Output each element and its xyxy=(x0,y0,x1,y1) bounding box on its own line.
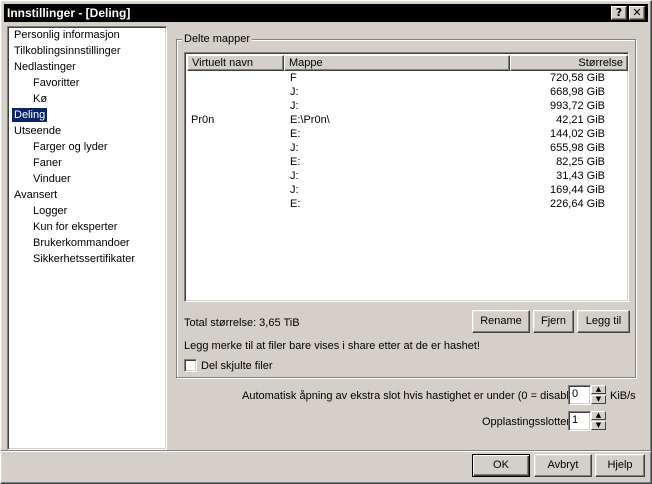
tree-item-kun-for-eksperter[interactable]: Kun for eksperter xyxy=(31,220,119,234)
remove-button-label: Fjern xyxy=(540,315,567,327)
hash-note: Legg merke til at filer bare vises i sha… xyxy=(184,340,480,352)
title-bar[interactable]: Innstillinger - [Deling] ? ✕ xyxy=(4,4,648,22)
table-row[interactable]: E: 144,02 GiB xyxy=(185,127,626,141)
size-cell: 42,21 GiB xyxy=(556,114,605,126)
upload-slots-up-icon[interactable]: ▲ xyxy=(591,411,606,420)
virtual-name-cell: Pr0n xyxy=(191,114,215,126)
table-row[interactable]: J: 655,98 GiB xyxy=(185,141,626,155)
tree-item-farger-og-lyder[interactable]: Farger og lyder xyxy=(31,140,110,154)
folder-cell: E: xyxy=(290,156,301,168)
size-cell: 144,02 GiB xyxy=(549,128,605,140)
upload-slots-input[interactable]: 1 xyxy=(568,411,591,431)
help-title-button[interactable]: ? xyxy=(611,6,627,20)
add-button[interactable]: Legg til xyxy=(577,310,630,333)
size-cell: 169,44 GiB xyxy=(549,184,605,196)
tree-item-brukerkommandoer[interactable]: Brukerkommandoer xyxy=(31,236,132,250)
rename-button-label: Rename xyxy=(480,315,522,327)
tree-item-sikkerhetssertifikater[interactable]: Sikkerhetssertifikater xyxy=(31,252,137,266)
tree-item-tilkoblingsinnstillinger[interactable]: Tilkoblingsinnstillinger xyxy=(12,44,123,58)
tree-item-personlig-informasjon[interactable]: Personlig informasjon xyxy=(12,28,122,42)
auto-slot-unit: KiB/s xyxy=(610,390,636,402)
ok-button-label: OK xyxy=(493,459,509,471)
size-cell: 655,98 GiB xyxy=(549,142,605,154)
folder-cell: E: xyxy=(290,198,301,210)
folder-cell: J: xyxy=(290,86,299,98)
table-row[interactable]: J: 668,98 GiB xyxy=(185,85,626,99)
size-cell: 226,64 GiB xyxy=(549,198,605,210)
table-row[interactable]: Pr0n E:\Pr0n\ 42,21 GiB xyxy=(185,113,626,127)
remove-button[interactable]: Fjern xyxy=(533,310,574,333)
auto-slot-down-icon[interactable]: ▼ xyxy=(591,395,606,404)
window-title: Innstillinger - [Deling] xyxy=(7,6,131,20)
tree-item-logger[interactable]: Logger xyxy=(31,204,69,218)
tree-item-deling[interactable]: Deling xyxy=(12,108,48,122)
auto-slot-input[interactable]: 0 xyxy=(568,385,591,405)
share-hidden-label[interactable]: Del skjulte filer xyxy=(201,359,273,373)
tree-item-faner[interactable]: Faner xyxy=(31,156,64,170)
add-button-label: Legg til xyxy=(585,315,622,327)
cancel-button[interactable]: Avbryt xyxy=(534,454,592,477)
column-header-size[interactable]: Størrelse xyxy=(510,55,628,71)
footer-divider xyxy=(1,450,651,452)
table-row[interactable]: E: 82,25 GiB xyxy=(185,155,626,169)
tree-item-favoritter[interactable]: Favoritter xyxy=(31,76,81,90)
tree-item-utseende[interactable]: Utseende xyxy=(12,124,63,138)
settings-window: Innstillinger - [Deling] ? ✕ Personlig i… xyxy=(0,0,652,484)
folder-cell: F xyxy=(290,72,297,84)
folder-cell: J: xyxy=(290,142,299,154)
tree-item-kø[interactable]: Kø xyxy=(31,92,49,106)
size-cell: 993,72 GiB xyxy=(549,100,605,112)
folder-cell: J: xyxy=(290,184,299,196)
shared-folders-list[interactable]: Virtuelt navn Mappe Størrelse F 720,58 Gi… xyxy=(184,52,629,302)
help-button-label: Hjelp xyxy=(607,459,633,471)
size-cell: 668,98 GiB xyxy=(549,86,605,98)
tree-item-nedlastinger[interactable]: Nedlastinger xyxy=(12,60,78,74)
auto-slot-label: Automatisk åpning av ekstra slot hvis ha… xyxy=(242,390,579,402)
upload-slots-down-icon[interactable]: ▼ xyxy=(591,421,606,430)
total-size-label: Total størrelse: 3,65 TiB xyxy=(184,317,300,329)
table-row[interactable]: J: 31,43 GiB xyxy=(185,169,626,183)
folder-cell: E:\Pr0n\ xyxy=(290,114,330,126)
table-row[interactable]: F 720,58 GiB xyxy=(185,71,626,85)
size-cell: 720,58 GiB xyxy=(549,72,605,84)
close-icon[interactable]: ✕ xyxy=(629,6,645,20)
cancel-button-label: Avbryt xyxy=(547,459,579,471)
share-hidden-checkbox[interactable] xyxy=(184,359,197,372)
shared-folders-group-label: Delte mapper xyxy=(182,33,253,46)
size-cell: 31,43 GiB xyxy=(556,170,605,182)
column-header-virtual-name[interactable]: Virtuelt navn xyxy=(187,55,284,71)
ok-button[interactable]: OK xyxy=(472,454,530,477)
tree-item-vinduer[interactable]: Vinduer xyxy=(31,172,73,186)
help-button[interactable]: Hjelp xyxy=(595,454,645,477)
table-row[interactable]: J: 169,44 GiB xyxy=(185,183,626,197)
folder-cell: J: xyxy=(290,170,299,182)
column-header-folder[interactable]: Mappe xyxy=(284,55,510,71)
tree-item-avansert[interactable]: Avansert xyxy=(12,188,59,202)
folder-cell: E: xyxy=(290,128,301,140)
table-row[interactable]: E: 226,64 GiB xyxy=(185,197,626,211)
settings-tree[interactable]: Personlig informasjon Tilkoblingsinnstill… xyxy=(7,26,167,450)
table-row[interactable]: J: 993,72 GiB xyxy=(185,99,626,113)
size-cell: 82,25 GiB xyxy=(556,156,605,168)
auto-slot-up-icon[interactable]: ▲ xyxy=(591,385,606,394)
upload-slots-label: Opplastingsslotter xyxy=(482,416,571,428)
rename-button[interactable]: Rename xyxy=(472,310,530,333)
folder-cell: J: xyxy=(290,100,299,112)
